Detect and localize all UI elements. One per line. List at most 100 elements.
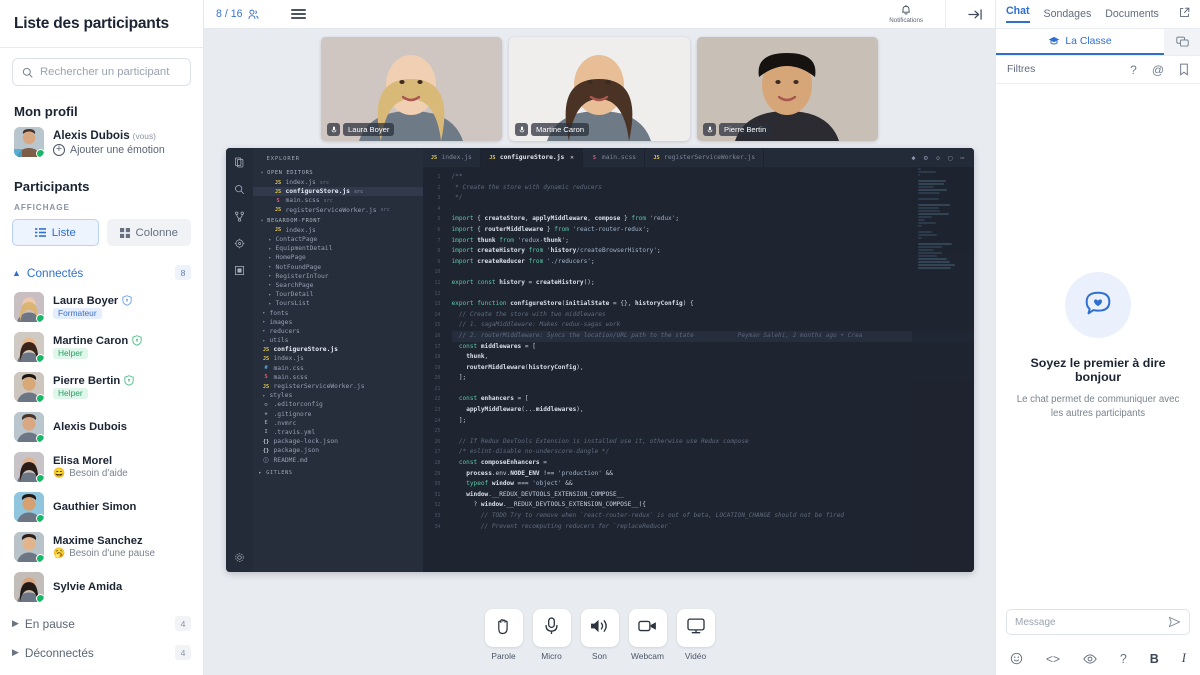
editor-tab[interactable]: JS registerServiceWorker.js: [645, 148, 765, 167]
control-parole[interactable]: Parole: [484, 609, 523, 661]
open-editors-section[interactable]: ▾ OPEN EDITORS: [253, 167, 423, 178]
tree-file[interactable]: JS registerServiceWorker.js: [253, 382, 423, 391]
notifications-button[interactable]: Notifications: [889, 4, 923, 24]
files-icon[interactable]: [234, 157, 245, 168]
open-external-icon[interactable]: [1179, 5, 1190, 23]
editor-tab[interactable]: JS index.js: [423, 148, 481, 167]
italic-icon[interactable]: I: [1182, 651, 1186, 666]
chat-tab-documents[interactable]: Documents: [1105, 8, 1159, 21]
chat-tab-chat[interactable]: Chat: [1006, 5, 1030, 23]
channels-list-button[interactable]: [1164, 29, 1200, 55]
editor-tab[interactable]: Smain.scss: [583, 148, 646, 167]
participant-row[interactable]: Pierre Bertin Helper: [0, 367, 203, 407]
speaker-icon-button[interactable]: [580, 609, 619, 647]
editor-minimap[interactable]: [911, 167, 974, 572]
participant-row[interactable]: Laura Boyer Formateur: [0, 287, 203, 327]
close-icon[interactable]: ✕: [570, 154, 574, 161]
emoji-icon[interactable]: [1010, 652, 1023, 665]
tree-file[interactable]: E .nvmrc: [253, 419, 423, 428]
chat-tab-sondages[interactable]: Sondages: [1044, 8, 1092, 21]
filters-label[interactable]: Filtres: [1007, 64, 1035, 75]
group-header-connected[interactable]: ▲ Connectés 8: [0, 258, 203, 287]
group-header-disconnected[interactable]: ▶ Déconnectés 4: [0, 638, 203, 667]
bookmark-icon[interactable]: [1179, 63, 1189, 76]
tree-file[interactable]: Smain.scss: [253, 373, 423, 382]
open-editor-item[interactable]: Smain.scss src: [253, 196, 423, 205]
participant-row[interactable]: Elisa Morel 😄 Besoin d'aide: [0, 447, 203, 487]
collapse-panel-button[interactable]: [968, 8, 983, 21]
tree-folder[interactable]: ▸ HomePage: [253, 253, 423, 262]
tree-file[interactable]: ◈ .gitignore: [253, 410, 423, 419]
video-tile[interactable]: Laura Boyer: [321, 37, 502, 141]
tree-file[interactable]: JS configureStore.js: [253, 345, 423, 354]
beaker-icon[interactable]: ⚙: [924, 154, 928, 162]
message-input[interactable]: Message: [1006, 609, 1190, 635]
microphone-icon-button[interactable]: [532, 609, 571, 647]
tree-file[interactable]: I .travis.yml: [253, 428, 423, 437]
mention-icon[interactable]: @: [1152, 63, 1164, 77]
tree-folder[interactable]: ▸ RegisterInTour: [253, 272, 423, 281]
editor-tab[interactable]: JS configureStore.js ✕: [480, 148, 583, 167]
participant-row[interactable]: Martine Caron Helper: [0, 327, 203, 367]
tree-file[interactable]: ⚙ .editorconfig: [253, 400, 423, 409]
tree-folder[interactable]: ▸ EquipmentDetail: [253, 244, 423, 253]
participant-row[interactable]: Alexis Dubois: [0, 407, 203, 447]
my-profile-row[interactable]: Alexis Dubois (vous) + Ajouter une émotio…: [0, 125, 203, 167]
eye-icon[interactable]: [1083, 653, 1097, 665]
bold-icon[interactable]: B: [1150, 652, 1159, 666]
more-icon[interactable]: ⋯: [960, 154, 964, 162]
tree-folder[interactable]: ▸ ToursList: [253, 299, 423, 308]
search-icon[interactable]: [234, 184, 245, 195]
tree-file[interactable]: {} package-lock.json: [253, 437, 423, 446]
participant-row[interactable]: Maxime Sanchez 🥱 Besoin d'une pause: [0, 527, 203, 567]
open-editor-item[interactable]: JS configureStore.js src: [252, 187, 423, 197]
video-tile[interactable]: Pierre Bertin: [697, 37, 878, 141]
tree-folder[interactable]: ▸ styles: [253, 391, 423, 400]
group-header-paused[interactable]: ▶ En pause 4: [0, 609, 203, 638]
project-section[interactable]: ▾ BEGARDOM-FRONT: [253, 215, 423, 226]
search-input[interactable]: Rechercher un participant: [12, 58, 191, 86]
split-icon[interactable]: ◇: [936, 154, 940, 162]
menu-button[interactable]: [290, 9, 306, 19]
control-vido[interactable]: Vidéo: [676, 609, 715, 661]
video-camera-icon-button[interactable]: [628, 609, 667, 647]
tree-folder[interactable]: ▸ utils: [253, 336, 423, 345]
tree-file[interactable]: JS index.js: [253, 354, 423, 363]
participant-counter[interactable]: 8 / 16: [216, 8, 259, 20]
participant-row[interactable]: Sylvie Amida: [0, 567, 203, 607]
view-toggle-column[interactable]: Colonne: [106, 219, 191, 246]
tree-folder[interactable]: ▸ NotFoundPage: [253, 263, 423, 272]
add-emotion-button[interactable]: + Ajouter une émotion: [53, 143, 165, 156]
monitor-icon-button[interactable]: [676, 609, 715, 647]
code-icon[interactable]: <>: [1046, 652, 1060, 666]
code-editor-share[interactable]: EXPLORER ▾ OPEN EDITORS JS index.js src JS c…: [225, 148, 974, 572]
tree-folder[interactable]: ▸ images: [253, 318, 423, 327]
gitlens-section[interactable]: ▸ GITLENS: [253, 465, 423, 476]
view-toggle-list[interactable]: Liste: [12, 219, 99, 246]
tree-folder[interactable]: ▸ SearchPage: [253, 281, 423, 290]
question-icon[interactable]: ?: [1120, 652, 1127, 666]
tree-folder[interactable]: ▸ TourDetail: [253, 290, 423, 299]
open-editor-item[interactable]: JS index.js src: [253, 178, 423, 187]
tree-folder[interactable]: ▸ reducers: [253, 327, 423, 336]
participant-row[interactable]: Gauthier Simon: [0, 487, 203, 527]
control-webcam[interactable]: Webcam: [628, 609, 667, 661]
hand-icon-button[interactable]: [484, 609, 523, 647]
tree-folder[interactable]: ▸ fonts: [253, 308, 423, 317]
layout-icon[interactable]: ▢: [948, 154, 952, 162]
gear-icon[interactable]: [234, 552, 245, 563]
source-control-icon[interactable]: [234, 211, 245, 222]
video-tile[interactable]: Martine Caron: [509, 37, 690, 141]
tree-file[interactable]: ⓘ README.md: [253, 455, 423, 464]
question-icon[interactable]: ?: [1130, 63, 1137, 77]
channel-tab-la-classe[interactable]: La Classe: [996, 29, 1164, 55]
run-icon[interactable]: ◆: [911, 154, 915, 162]
open-editor-item[interactable]: JS registerServiceWorker.js src: [253, 206, 423, 215]
send-icon[interactable]: [1168, 616, 1181, 628]
control-micro[interactable]: Micro: [532, 609, 571, 661]
editor-code-area[interactable]: 1 2 3 4 5 6 7 8 9 10 11 12 13 14 15 16 17 18 19 20 21 22 23 24 2…: [422, 167, 974, 572]
tree-file[interactable]: {} package.json: [253, 446, 423, 455]
editor-code[interactable]: /** * Create the store with dynamic redu…: [445, 167, 974, 572]
debug-icon[interactable]: [234, 238, 245, 249]
tree-file[interactable]: # main.css: [253, 364, 423, 373]
